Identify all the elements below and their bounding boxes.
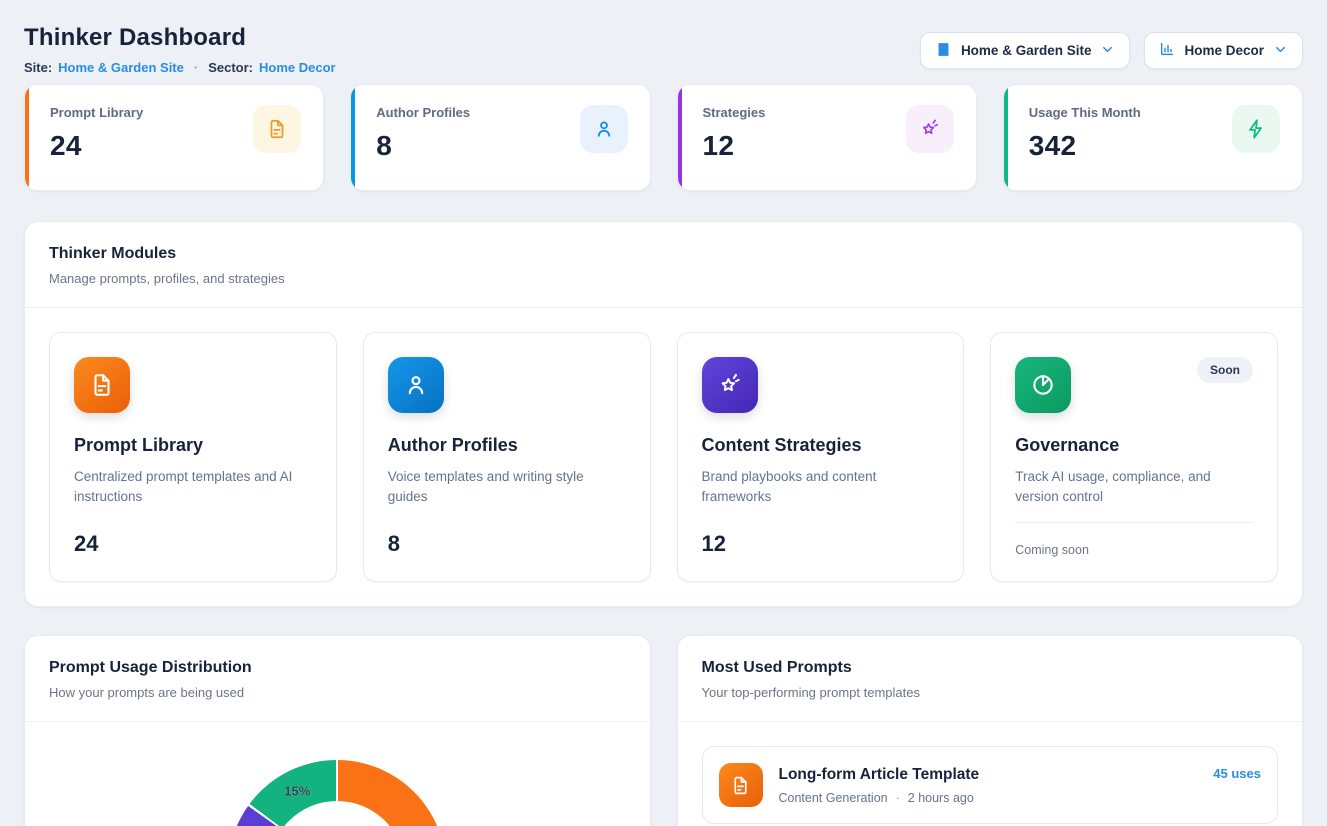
most-used-prompts-panel: Most Used Prompts Your top-performing pr… <box>677 635 1304 826</box>
dashboard-page: Thinker Dashboard Site: Home & Garden Si… <box>0 0 1327 826</box>
coming-soon-text: Coming soon <box>1015 522 1253 557</box>
site-selector-label: Home & Garden Site <box>961 43 1092 58</box>
site-label: Site: <box>24 60 52 75</box>
sector-selector-dropdown[interactable]: Home Decor <box>1144 32 1303 69</box>
user-icon <box>580 105 628 153</box>
stat-value: 8 <box>376 130 470 162</box>
sparkle-star-icon <box>906 105 954 153</box>
module-count: 12 <box>702 531 940 557</box>
prompt-list-item[interactable]: Long-form Article Template Content Gener… <box>702 746 1279 824</box>
prompts-panel-title: Most Used Prompts <box>702 659 1279 677</box>
stat-label: Prompt Library <box>50 105 143 120</box>
module-description: Centralized prompt templates and AI inst… <box>74 467 312 507</box>
stat-card-usage[interactable]: Usage This Month 342 <box>1003 84 1303 191</box>
module-card-prompt-library[interactable]: Prompt Library Centralized prompt templa… <box>49 332 337 582</box>
page-title: Thinker Dashboard <box>24 24 336 52</box>
stat-label: Usage This Month <box>1029 105 1141 120</box>
sparkle-star-icon <box>702 357 758 413</box>
donut-chart-area: 15% <box>25 722 650 826</box>
module-title: Content Strategies <box>702 435 940 456</box>
sector-label: Sector: <box>208 60 253 75</box>
module-count: 8 <box>388 531 626 557</box>
meta-separator: · <box>896 791 900 805</box>
document-icon <box>74 357 130 413</box>
stat-card-author-profiles[interactable]: Author Profiles 8 <box>350 84 650 191</box>
sector-link[interactable]: Home Decor <box>259 60 336 75</box>
stat-label: Author Profiles <box>376 105 470 120</box>
module-card-content-strategies[interactable]: Content Strategies Brand playbooks and c… <box>677 332 965 582</box>
prompts-panel-header: Most Used Prompts Your top-performing pr… <box>678 636 1303 722</box>
prompt-item-uses-badge: 45 uses <box>1213 763 1261 781</box>
site-link[interactable]: Home & Garden Site <box>58 60 184 75</box>
module-description: Voice templates and writing style guides <box>388 467 626 507</box>
title-block: Thinker Dashboard Site: Home & Garden Si… <box>24 24 336 75</box>
usage-donut[interactable]: 15% <box>228 760 446 826</box>
usage-panel-header: Prompt Usage Distribution How your promp… <box>25 636 650 722</box>
bottom-row: Prompt Usage Distribution How your promp… <box>24 635 1303 826</box>
usage-panel-subtitle: How your prompts are being used <box>49 685 626 700</box>
module-title: Prompt Library <box>74 435 312 456</box>
soon-badge: Soon <box>1197 357 1253 383</box>
module-title: Author Profiles <box>388 435 626 456</box>
prompt-list: Long-form Article Template Content Gener… <box>678 722 1303 826</box>
prompt-item-time: 2 hours ago <box>908 791 974 805</box>
chevron-down-icon <box>1273 42 1288 60</box>
stat-value: 24 <box>50 130 143 162</box>
modules-panel-subtitle: Manage prompts, profiles, and strategies <box>49 271 1278 286</box>
top-actions: Home & Garden Site Home Decor <box>920 32 1303 69</box>
module-description: Track AI usage, compliance, and version … <box>1015 467 1253 507</box>
module-count: 24 <box>74 531 312 557</box>
modules-panel-title: Thinker Modules <box>49 245 1278 263</box>
user-icon <box>388 357 444 413</box>
sector-selector-label: Home Decor <box>1184 43 1264 58</box>
stat-value: 12 <box>703 130 766 162</box>
pie-chart-icon <box>1015 357 1071 413</box>
prompt-item-meta: Content Generation · 2 hours ago <box>779 791 980 805</box>
stats-row: Prompt Library 24 Author Profiles 8 Stra… <box>24 84 1303 191</box>
stat-card-strategies[interactable]: Strategies 12 <box>677 84 977 191</box>
top-bar: Thinker Dashboard Site: Home & Garden Si… <box>24 24 1303 75</box>
usage-panel-title: Prompt Usage Distribution <box>49 659 626 677</box>
document-icon <box>253 105 301 153</box>
thinker-modules-panel: Thinker Modules Manage prompts, profiles… <box>24 221 1303 607</box>
module-card-governance[interactable]: Soon Governance Track AI usage, complian… <box>990 332 1278 582</box>
document-icon <box>719 763 763 807</box>
bar-chart-icon <box>1159 41 1175 60</box>
module-description: Brand playbooks and content frameworks <box>702 467 940 507</box>
modules-grid: Prompt Library Centralized prompt templa… <box>25 308 1302 606</box>
module-card-author-profiles[interactable]: Author Profiles Voice templates and writ… <box>363 332 651 582</box>
stat-value: 342 <box>1029 130 1141 162</box>
chevron-down-icon <box>1100 42 1115 60</box>
prompt-usage-panel: Prompt Usage Distribution How your promp… <box>24 635 651 826</box>
prompt-item-category: Content Generation <box>779 791 888 805</box>
stat-label: Strategies <box>703 105 766 120</box>
module-title: Governance <box>1015 435 1253 456</box>
site-selector-dropdown[interactable]: Home & Garden Site <box>920 32 1131 69</box>
stat-card-prompt-library[interactable]: Prompt Library 24 <box>24 84 324 191</box>
donut-segment-label: 15% <box>284 784 310 799</box>
building-icon <box>935 41 952 61</box>
prompts-panel-subtitle: Your top-performing prompt templates <box>702 685 1279 700</box>
prompt-item-title: Long-form Article Template <box>779 766 980 784</box>
breadcrumb: Site: Home & Garden Site · Sector: Home … <box>24 60 336 75</box>
breadcrumb-separator: · <box>194 60 198 75</box>
bolt-icon <box>1232 105 1280 153</box>
modules-panel-header: Thinker Modules Manage prompts, profiles… <box>25 222 1302 308</box>
